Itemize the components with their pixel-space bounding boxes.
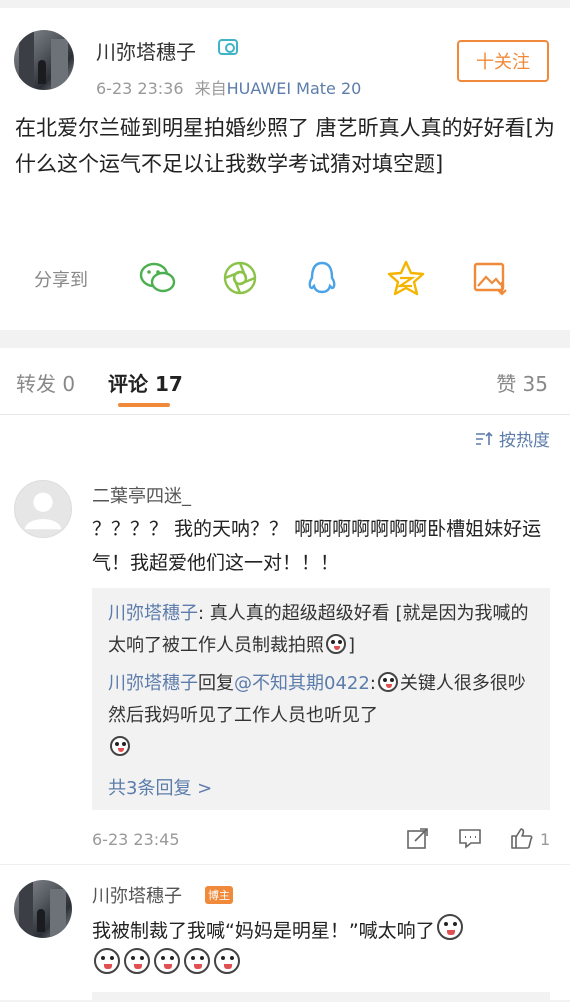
tab-repost[interactable]: 转发 0	[16, 368, 75, 397]
follow-button[interactable]: 十关注	[457, 40, 549, 82]
post-meta: 6-23 23:36 来自HUAWEI Mate 20	[96, 75, 361, 99]
reply-author[interactable]: 川弥塔穗子	[108, 603, 198, 624]
author-avatar[interactable]	[14, 30, 74, 90]
moments-icon[interactable]	[220, 258, 260, 298]
reply-thread[interactable]: 川弥塔穗子: 真人真的超级超级好看 [就是因为我喊的太响了被工作人员制裁拍照] …	[92, 588, 550, 810]
post-time: 6-23 23:36	[96, 79, 184, 98]
save-image-icon[interactable]	[470, 258, 510, 298]
reply-author[interactable]: 川弥塔穗子	[108, 673, 198, 694]
top-strip	[0, 0, 570, 8]
emoji-icon	[94, 948, 120, 974]
emoji-icon	[214, 948, 240, 974]
emoji-icon	[326, 634, 346, 654]
qq-icon[interactable]	[302, 258, 342, 298]
comment-text: 我被制裁了我喊“妈妈是明星！”喊太响了	[92, 914, 552, 982]
repost-icon[interactable]	[406, 826, 430, 850]
commenter-avatar[interactable]	[14, 880, 72, 938]
emoji-icon	[154, 948, 180, 974]
like-count: 1	[540, 830, 551, 849]
emoji-icon	[377, 672, 398, 692]
reply-item: 川弥塔穗子回复@不知其期0422: 关键人很多很吵 然后我妈听见了工作人员也听见了	[108, 668, 538, 764]
tab-comments[interactable]: 评论 17	[108, 368, 183, 397]
emoji-icon	[110, 736, 130, 756]
emoji-icon	[184, 948, 210, 974]
tab-likes[interactable]: 赞 35	[496, 368, 548, 397]
reply-item: 川弥塔穗子: 真人真的超级超级好看 [就是因为我喊的太响了被工作人员制裁拍照]	[108, 598, 538, 662]
comment-time: 6-23 23:45	[92, 830, 180, 849]
reply-text-end: ]	[348, 635, 356, 656]
sort-icon	[476, 431, 493, 445]
emoji-icon	[436, 914, 463, 940]
comment-text: ？？？？ 我的天呐？？ 啊啊啊啊啊啊啊卧槽姐妹好运气！我超爱他们这一对！！！	[92, 518, 542, 574]
author-badge: 博主	[205, 886, 233, 904]
sort-label: 按热度	[499, 431, 550, 451]
commenter-name[interactable]: 川弥塔穗子	[92, 882, 182, 908]
camera-badge-icon	[218, 39, 238, 55]
commenter-name[interactable]: 二葉亭四迷_	[92, 482, 191, 508]
commenter-avatar[interactable]	[14, 480, 72, 538]
post-device[interactable]: HUAWEI Mate 20	[227, 79, 362, 98]
reply-mention[interactable]: @不知其期0422	[234, 673, 370, 694]
reply-thread-partial	[92, 992, 550, 1002]
qzone-icon[interactable]	[386, 258, 426, 298]
comment-tabs: 转发 0 评论 17 赞 35	[0, 348, 570, 415]
author-name[interactable]: 川弥塔穗子	[96, 36, 196, 65]
default-avatar-icon	[24, 492, 62, 530]
wechat-icon[interactable]	[138, 258, 178, 298]
follow-label: 十关注	[476, 52, 530, 73]
divider	[0, 864, 570, 865]
source-prefix: 来自	[194, 79, 227, 98]
like-icon[interactable]	[510, 826, 534, 850]
comment-text-content: 我被制裁了我喊“妈妈是明星！”喊太响了	[92, 920, 435, 942]
comment-icon[interactable]	[458, 826, 482, 850]
share-label: 分享到	[34, 270, 88, 291]
emoji-icon	[124, 948, 150, 974]
sort-by-hot-button[interactable]: 按热度	[475, 426, 550, 451]
comments-card: 转发 0 评论 17 赞 35 按热度 二葉亭四迷_ ？？？？ 我的天呐？？ 啊…	[0, 348, 570, 1002]
post-text: 在北爱尔兰碰到明星拍婚纱照了 唐艺昕真人真的好好看[为什么这个运气不足以让我数学…	[15, 116, 555, 176]
reply-verb: 回复	[198, 673, 234, 694]
weibo-post-card: 川弥塔穗子 6-23 23:36 来自HUAWEI Mate 20 十关注 在北…	[0, 8, 570, 330]
active-tab-indicator	[118, 403, 170, 407]
more-replies-link[interactable]: 共3条回复 >	[108, 774, 212, 800]
